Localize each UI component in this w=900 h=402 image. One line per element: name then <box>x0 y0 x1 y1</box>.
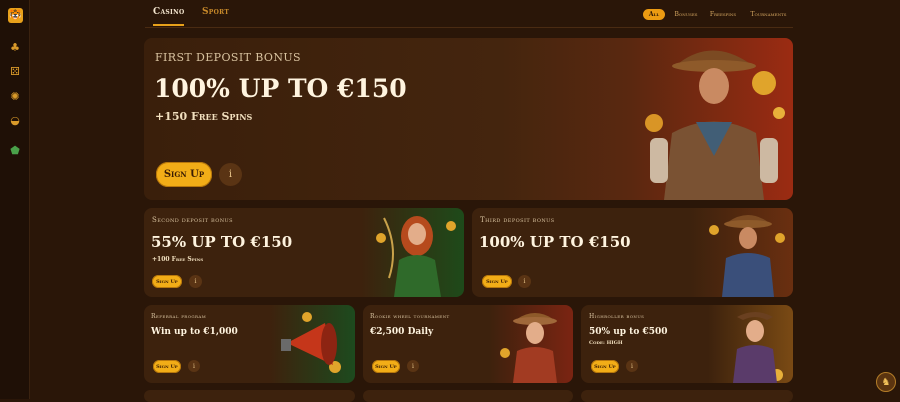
shield-icon[interactable]: ⬟ <box>8 143 22 157</box>
poker-chip-icon[interactable]: ♣ <box>8 40 22 54</box>
sign-up-button[interactable]: Sign Up <box>152 275 182 288</box>
promo-card-partial[interactable] <box>581 390 793 402</box>
second-deposit-card[interactable]: Second deposit bonus 55% UP TO €150 +100… <box>144 208 464 297</box>
card-kicker: Rookie wheel tournament <box>370 313 450 320</box>
cowboy-illustration <box>645 50 785 200</box>
support-chat-button[interactable]: ♞ <box>876 372 896 392</box>
card-title: €2,500 Daily <box>370 327 434 337</box>
cowboy-illustration <box>709 215 785 297</box>
controller-icon[interactable]: ◒ <box>8 113 22 127</box>
card-title: Win up to €1,000 <box>151 327 238 337</box>
promo-card-partial[interactable] <box>144 390 355 402</box>
card-kicker: Highroller bonus <box>589 313 645 320</box>
hero-bonus-card[interactable]: FIRST DEPOSIT BONUS 100% UP TO €150 +150… <box>144 38 793 200</box>
gold-coin-icon <box>302 312 312 322</box>
filter-bonuses[interactable]: Bonuses <box>671 9 701 20</box>
gold-coin-icon <box>773 107 785 119</box>
info-button[interactable]: i <box>188 360 200 372</box>
sign-up-button[interactable]: Sign Up <box>591 360 619 373</box>
tab-casino[interactable]: Casino <box>153 7 185 26</box>
hero-title: 100% UP TO €150 <box>154 74 407 103</box>
hero-info-button[interactable]: i <box>219 163 242 186</box>
promo-card-partial[interactable] <box>363 390 573 402</box>
tab-sport[interactable]: Sport <box>202 7 229 17</box>
rookie-tournament-card[interactable]: Rookie wheel tournament €2,500 Daily Sig… <box>363 305 573 383</box>
roulette-icon[interactable]: ✺ <box>8 89 22 103</box>
card-subtitle: Code: HIGH <box>589 340 623 346</box>
third-deposit-card[interactable]: Third deposit bonus 100% UP TO €150 Sign… <box>472 208 793 297</box>
hero-subtitle: +150 Free Spins <box>155 110 253 123</box>
card-title: 55% UP TO €150 <box>151 233 293 251</box>
hero-kicker: FIRST DEPOSIT BONUS <box>155 51 301 64</box>
filter-tournaments[interactable]: Tournaments <box>746 9 791 20</box>
sidebar: 🐯 ♣ ⚄ ✺ ◒ ⬟ <box>0 0 30 399</box>
gold-coin-icon <box>752 71 776 95</box>
tiger-logo-icon[interactable]: 🐯 <box>8 8 23 23</box>
info-button[interactable]: i <box>626 360 638 372</box>
info-button[interactable]: i <box>189 275 202 288</box>
top-nav: Casino Sport All Bonuses Freespins Tourn… <box>145 0 793 28</box>
filter-freespins[interactable]: Freespins <box>705 9 741 20</box>
info-button[interactable]: i <box>518 275 531 288</box>
highroller-card[interactable]: Highroller bonus 50% up to €500 Code: HI… <box>581 305 793 383</box>
card-subtitle: +100 Free Spins <box>152 256 204 263</box>
sign-up-button[interactable]: Sign Up <box>482 275 512 288</box>
gold-coin-icon <box>376 233 386 243</box>
redhead-woman-illustration <box>376 216 456 297</box>
megaphone-illustration <box>281 312 341 373</box>
hero-sign-up-button[interactable]: Sign Up <box>156 162 212 187</box>
info-button[interactable]: i <box>407 360 419 372</box>
gold-coin-icon <box>709 225 719 235</box>
cowgirl-illustration <box>500 313 557 383</box>
filter-all[interactable]: All <box>643 9 665 20</box>
card-kicker: Third deposit bonus <box>480 216 555 224</box>
woman-with-coins-illustration <box>733 312 783 383</box>
referral-card[interactable]: Referral program Win up to €1,000 Sign U… <box>144 305 355 383</box>
card-title: 50% up to €500 <box>589 327 668 337</box>
dice-icon[interactable]: ⚄ <box>8 64 22 78</box>
card-kicker: Second deposit bonus <box>152 216 233 224</box>
sign-up-button[interactable]: Sign Up <box>372 360 400 373</box>
gold-coin-icon <box>500 348 510 358</box>
gold-coin-icon <box>446 221 456 231</box>
sign-up-button[interactable]: Sign Up <box>153 360 181 373</box>
card-kicker: Referral program <box>151 313 207 320</box>
card-title: 100% UP TO €150 <box>479 233 631 251</box>
gold-coin-icon <box>775 233 785 243</box>
gold-coin-icon <box>645 114 663 132</box>
